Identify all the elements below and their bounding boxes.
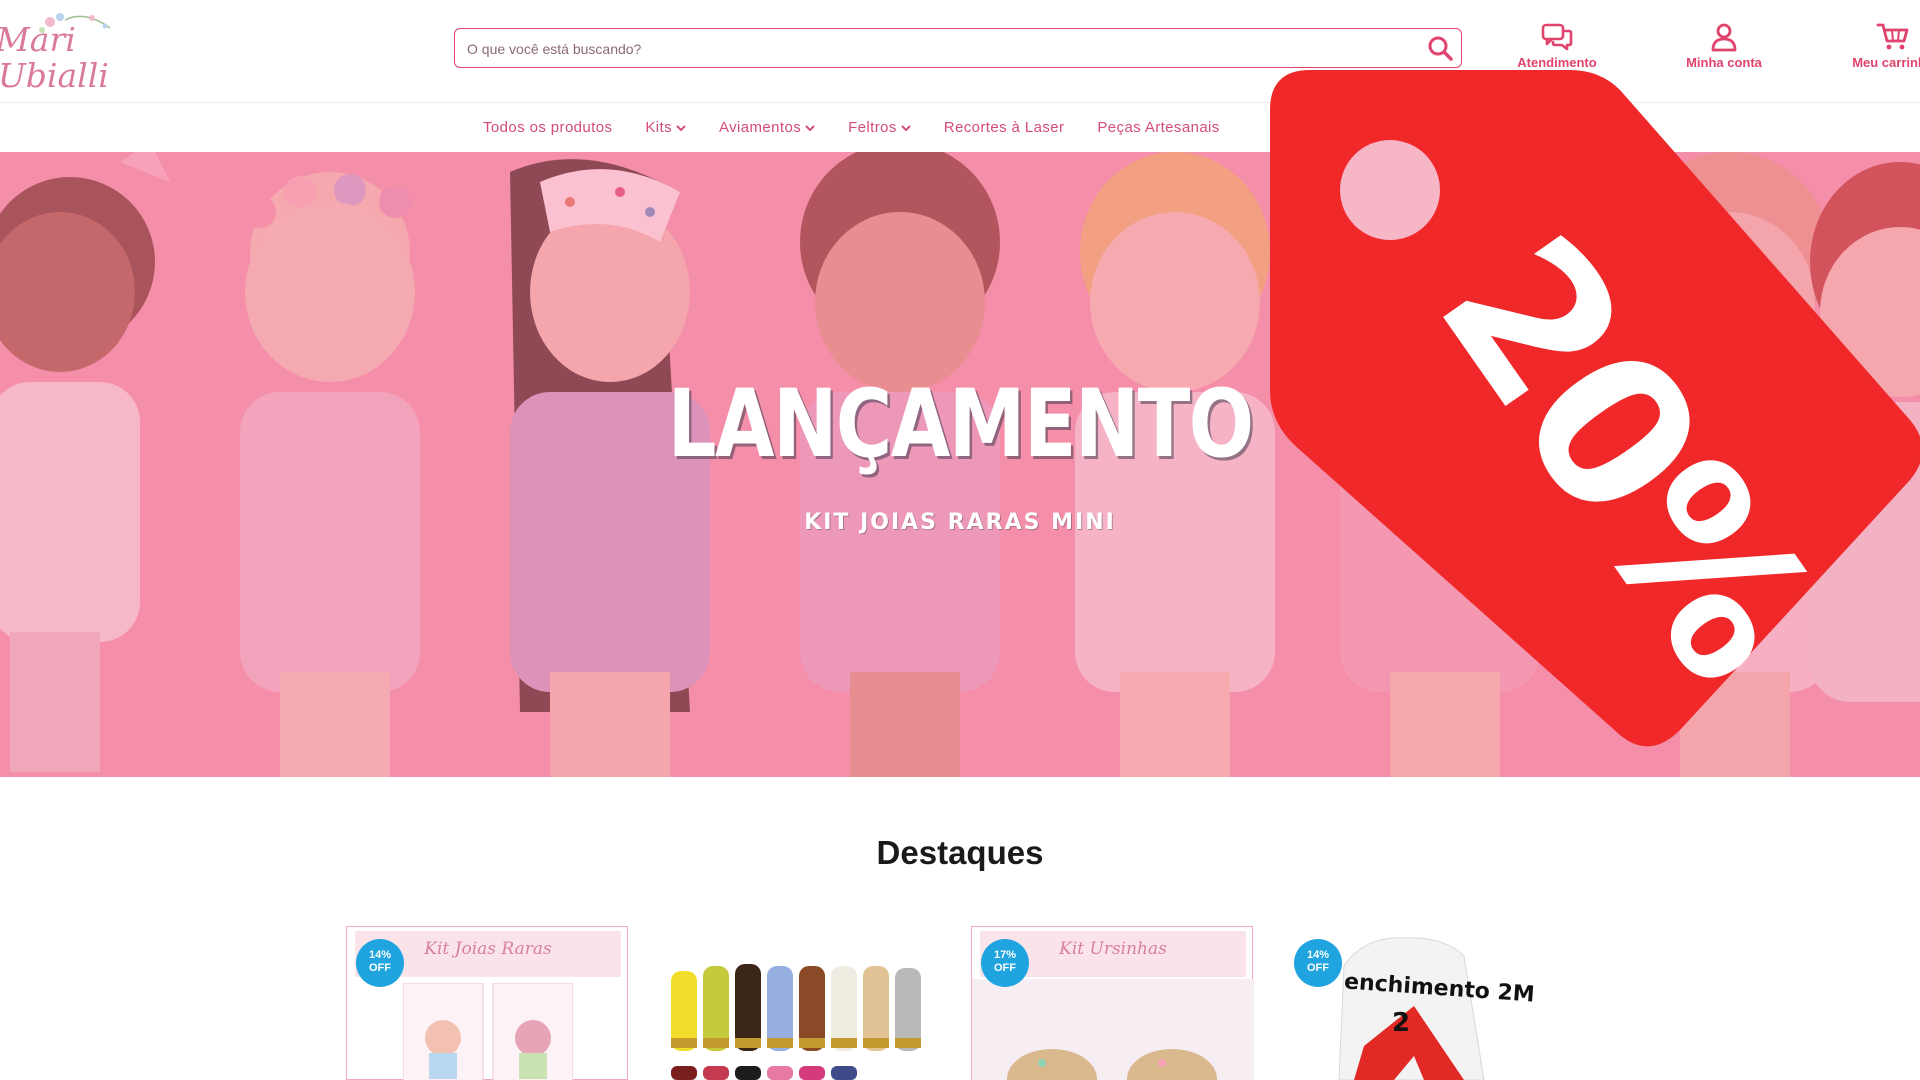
featured-title: Destaques — [876, 834, 1044, 871]
nav-label: Aviamentos — [719, 119, 802, 136]
chat-icon — [1541, 23, 1573, 51]
badge-percent: 17% — [993, 949, 1017, 961]
chevron-down-icon — [676, 124, 686, 131]
product-card[interactable]: Kit Joias Raras 14% OFF — [346, 926, 630, 1080]
product-card[interactable] — [659, 926, 943, 1080]
thread-skeins-image — [659, 926, 943, 1080]
discount-badge: 17% OFF — [981, 939, 1029, 987]
nav-label: Peças Artesanais — [1097, 119, 1220, 136]
cart-button[interactable]: Meu carrinho — [1833, 22, 1920, 76]
cart-icon — [1876, 23, 1909, 50]
search-input[interactable] — [465, 29, 1409, 68]
nav-item-recortes-laser[interactable]: Recortes à Laser — [944, 119, 1065, 136]
search-button[interactable] — [1425, 34, 1455, 62]
discount-badge: 14% OFF — [1294, 939, 1342, 987]
support-label: Atendimento — [1517, 55, 1597, 70]
account-label: Minha conta — [1686, 55, 1762, 70]
nav-label: Feltros — [848, 119, 897, 136]
nav-label: Recortes à Laser — [943, 119, 1065, 136]
search-icon — [1428, 36, 1453, 61]
kit-preview-icon — [403, 983, 573, 1080]
product-card[interactable]: Kit Ursinhas 17% OFF — [971, 926, 1255, 1080]
badge-percent: 14% — [1306, 949, 1330, 961]
search-bar — [454, 28, 1462, 68]
chevron-down-icon — [805, 124, 815, 131]
nav-item-kits[interactable]: Kits — [645, 119, 686, 136]
nav-label: Kits — [645, 119, 672, 136]
badge-off: OFF — [369, 962, 391, 974]
logo[interactable]: Mari Ubialli — [0, 8, 120, 95]
svg-text:2: 2 — [1392, 1008, 1410, 1038]
support-button[interactable]: Atendimento — [1497, 22, 1617, 76]
badge-off: OFF — [1307, 962, 1329, 974]
nav-item-feltros[interactable]: Feltros — [848, 119, 911, 136]
product-card[interactable]: 2 enchimento 2M 14% OFF — [1284, 926, 1568, 1080]
nav-item-aviamentos[interactable]: Aviamentos — [719, 119, 815, 136]
nav-label: Todos os produtos — [483, 119, 613, 136]
nav-item-all-products[interactable]: Todos os produtos — [483, 119, 612, 136]
badge-percent: 14% — [368, 949, 392, 961]
bear-kit-preview-icon — [972, 979, 1254, 1080]
discount-badge: 14% OFF — [356, 939, 404, 987]
nav-item-pecas-artesanais[interactable]: Peças Artesanais — [1097, 119, 1219, 136]
account-button[interactable]: Minha conta — [1664, 22, 1784, 76]
logo-text-line2: Ubialli — [0, 56, 109, 95]
logo-text-line1: Mari — [0, 20, 76, 59]
user-icon — [1711, 23, 1737, 52]
badge-off: OFF — [994, 962, 1016, 974]
chevron-down-icon — [901, 124, 911, 131]
cart-label: Meu carrinho — [1852, 55, 1920, 70]
